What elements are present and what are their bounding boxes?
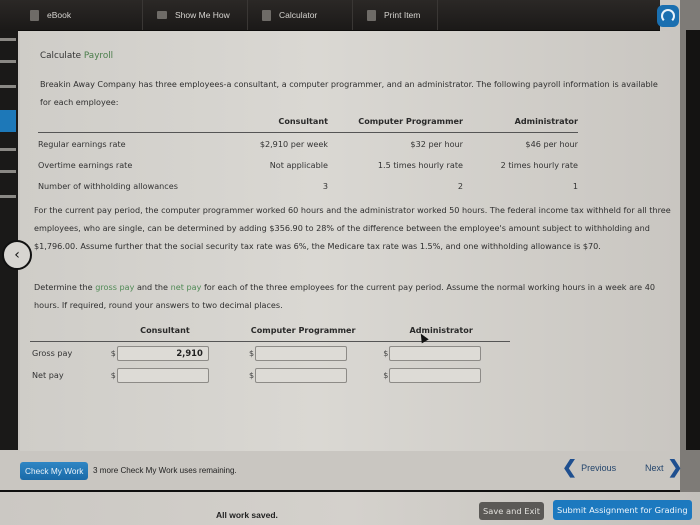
chevron-left-icon: ❮	[562, 457, 578, 477]
instructions-text: Determine the gross pay and the net pay …	[34, 278, 674, 314]
instr-part: and the	[136, 282, 169, 292]
row-label: Regular earnings rate	[38, 138, 126, 149]
answer-row-gross-pay: Gross pay $ $ $	[30, 342, 510, 365]
top-toolbar: eBook Show Me How Calculator Print Item	[0, 0, 660, 31]
help-button[interactable]	[657, 5, 679, 27]
header-consultant: Consultant	[208, 114, 328, 133]
answer-header-row: Consultant Computer Programmer Administr…	[30, 321, 510, 342]
table-row: Regular earnings rate $2,910 per week $3…	[38, 133, 578, 155]
cell-value: $32 per hour	[410, 138, 463, 149]
dollar-sign: $	[248, 348, 255, 358]
question-title: Calculate Payroll	[40, 51, 113, 61]
rail-item[interactable]	[0, 170, 16, 173]
gross-pay-term-link[interactable]: gross pay	[95, 282, 134, 292]
calculator-label: Calculator	[279, 10, 318, 20]
header-programmer: Computer Programmer	[328, 114, 463, 133]
header-administrator: Administrator	[463, 114, 578, 133]
answer-row-net-pay: Net pay $ $ $	[30, 364, 510, 386]
row-label: Gross pay	[32, 348, 73, 358]
next-label: Next	[645, 462, 664, 473]
administrator-net-pay-input[interactable]	[389, 367, 482, 383]
dollar-sign: $	[110, 370, 116, 380]
net-pay-term-link[interactable]: net pay	[171, 282, 202, 292]
dollar-sign: $	[383, 370, 389, 380]
payroll-info-table: Consultant Computer Programmer Administr…	[38, 114, 578, 196]
cell-value: Not applicable	[269, 159, 328, 170]
check-my-work-button[interactable]: Check My Work	[20, 462, 89, 480]
right-edge	[680, 0, 700, 525]
cell-value: 1	[572, 180, 578, 191]
print-icon	[367, 9, 376, 21]
header-label	[30, 321, 96, 342]
calculator-button[interactable]: Calculator	[248, 0, 353, 30]
programmer-gross-pay-input[interactable]	[255, 345, 348, 361]
rail-item[interactable]	[0, 85, 16, 88]
intro-text: Breakin Away Company has three employees…	[40, 79, 658, 107]
row-label: Overtime earnings rate	[38, 159, 133, 170]
ebook-button[interactable]: eBook	[0, 0, 143, 30]
cell-value: 2	[457, 180, 463, 191]
row-label: Number of withholding allowances	[38, 180, 178, 191]
header-label	[38, 114, 208, 133]
rail-item[interactable]	[0, 195, 16, 198]
rail-item[interactable]	[0, 60, 16, 63]
dollar-sign: $	[110, 348, 116, 358]
calculator-icon	[262, 9, 271, 21]
scenario-text: For the current pay period, the computer…	[34, 205, 671, 251]
administrator-gross-pay-input[interactable]	[389, 345, 482, 361]
dollar-sign: $	[248, 370, 255, 380]
table-row: Number of withholding allowances 3 2 1	[38, 175, 578, 196]
next-button[interactable]: Next ❯	[645, 457, 683, 478]
rail-item[interactable]	[0, 38, 16, 41]
chevron-right-icon: ❯	[667, 457, 683, 477]
show-me-how-label: Show Me How	[175, 10, 230, 20]
print-item-button[interactable]: Print Item	[353, 0, 438, 30]
dollar-sign: $	[383, 348, 389, 358]
cell-value: 2 times hourly rate	[500, 159, 578, 170]
table-row: Overtime earnings rate Not applicable 1.…	[38, 154, 578, 175]
header-administrator: Administrator	[372, 321, 510, 342]
rail-item[interactable]	[0, 148, 16, 151]
answer-table: Consultant Computer Programmer Administr…	[30, 321, 510, 386]
chevron-left-icon: ‹	[14, 247, 20, 263]
video-icon	[157, 11, 167, 19]
book-icon	[30, 9, 39, 21]
ebook-label: eBook	[47, 10, 72, 20]
consultant-net-pay-input[interactable]	[116, 367, 209, 383]
submit-assignment-button[interactable]: Submit Assignment for Grading	[553, 500, 692, 520]
title-highlight: Payroll	[83, 51, 114, 61]
check-remaining-text: 3 more Check My Work uses remaining.	[93, 466, 237, 475]
programmer-net-pay-input[interactable]	[255, 367, 348, 383]
header-consultant: Consultant	[95, 321, 235, 342]
title-prefix: Calculate	[40, 51, 82, 61]
previous-button[interactable]: ❮ Previous	[562, 457, 616, 478]
print-item-label: Print Item	[384, 10, 421, 20]
row-label: Net pay	[32, 370, 64, 380]
question-panel: Calculate Payroll Breakin Away Company h…	[20, 31, 678, 451]
info-header-row: Consultant Computer Programmer Administr…	[38, 114, 578, 133]
previous-label: Previous	[581, 462, 617, 473]
save-and-exit-button[interactable]: Save and Exit	[479, 502, 544, 520]
consultant-gross-pay-input[interactable]	[116, 345, 209, 361]
headset-icon	[661, 9, 675, 23]
cell-value: 3	[322, 180, 328, 191]
cell-value: $46 per hour	[525, 138, 578, 149]
cell-value: $2,910 per week	[259, 138, 328, 149]
show-me-how-button[interactable]: Show Me How	[143, 0, 248, 30]
instr-part: Determine the	[34, 282, 93, 292]
cell-value: 1.5 times hourly rate	[377, 159, 463, 170]
collapse-rail-button[interactable]: ‹	[2, 240, 32, 270]
header-programmer: Computer Programmer	[234, 321, 373, 342]
rail-item-active[interactable]	[0, 110, 16, 132]
save-status: All work saved.	[216, 510, 278, 520]
